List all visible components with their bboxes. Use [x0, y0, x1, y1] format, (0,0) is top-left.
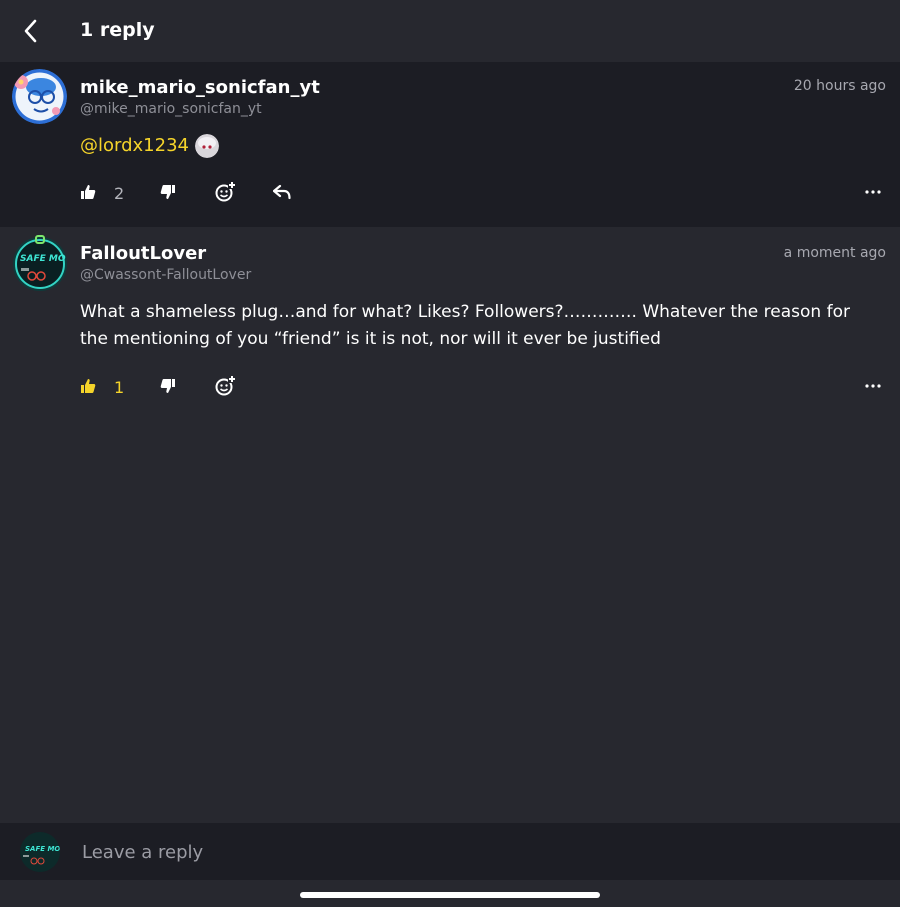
- page-title: 1 reply: [80, 19, 155, 41]
- dislike-button[interactable]: [158, 182, 178, 202]
- back-arrow-icon: [24, 19, 37, 43]
- comment-handle: @Cwassont-FalloutLover: [80, 267, 252, 283]
- avatar-text: SAFE MO: [20, 254, 66, 264]
- header-bar: 1 reply: [0, 0, 900, 62]
- like-button[interactable]: [78, 376, 98, 396]
- add-emoji-button[interactable]: [213, 180, 237, 204]
- more-icon: [865, 190, 881, 194]
- current-user-avatar: SAFE MO: [20, 832, 60, 872]
- comment-handle: @mike_mario_sonicfan_yt: [80, 101, 262, 117]
- more-options-button[interactable]: [858, 182, 888, 202]
- avatar[interactable]: [12, 69, 67, 124]
- add-emoji-icon: [215, 375, 236, 396]
- dislike-button[interactable]: [158, 376, 178, 396]
- mention-avatar: [194, 133, 219, 158]
- comment-timestamp: 20 hours ago: [793, 78, 886, 94]
- add-emoji-icon: [215, 181, 236, 202]
- thumbs-down-icon: [160, 185, 175, 199]
- thumbs-down-icon: [160, 379, 175, 393]
- avatar[interactable]: SAFE MO: [12, 235, 67, 291]
- more-icon: [865, 384, 881, 388]
- comment-username[interactable]: mike_mario_sonicfan_yt: [80, 77, 320, 98]
- comment-actions: 1: [0, 372, 900, 402]
- thumbs-up-icon: [81, 379, 96, 393]
- comment-timestamp: a moment ago: [783, 245, 886, 261]
- comment-body: @lordx1234: [80, 132, 880, 159]
- like-count: 2: [114, 184, 125, 203]
- reply-comment: SAFE MO FalloutLover @Cwassont-FalloutLo…: [0, 227, 900, 407]
- comment-username[interactable]: FalloutLover: [80, 243, 206, 264]
- like-count: 1: [114, 378, 125, 397]
- reply-icon: [273, 184, 291, 200]
- like-button[interactable]: [78, 182, 98, 202]
- thumbs-up-icon: [81, 185, 96, 199]
- reply-button[interactable]: [271, 181, 293, 203]
- add-emoji-button[interactable]: [213, 374, 237, 398]
- comment-actions: 2: [0, 178, 900, 208]
- back-button[interactable]: [14, 14, 48, 48]
- home-indicator[interactable]: [300, 892, 600, 898]
- parent-comment: mike_mario_sonicfan_yt @mike_mario_sonic…: [0, 62, 900, 227]
- reply-input[interactable]: [80, 831, 884, 873]
- comment-body: What a shameless plug…and for what? Like…: [80, 302, 850, 349]
- reply-bar: SAFE MO: [0, 823, 900, 880]
- user-mention[interactable]: @lordx1234: [80, 132, 189, 159]
- more-options-button[interactable]: [858, 376, 888, 396]
